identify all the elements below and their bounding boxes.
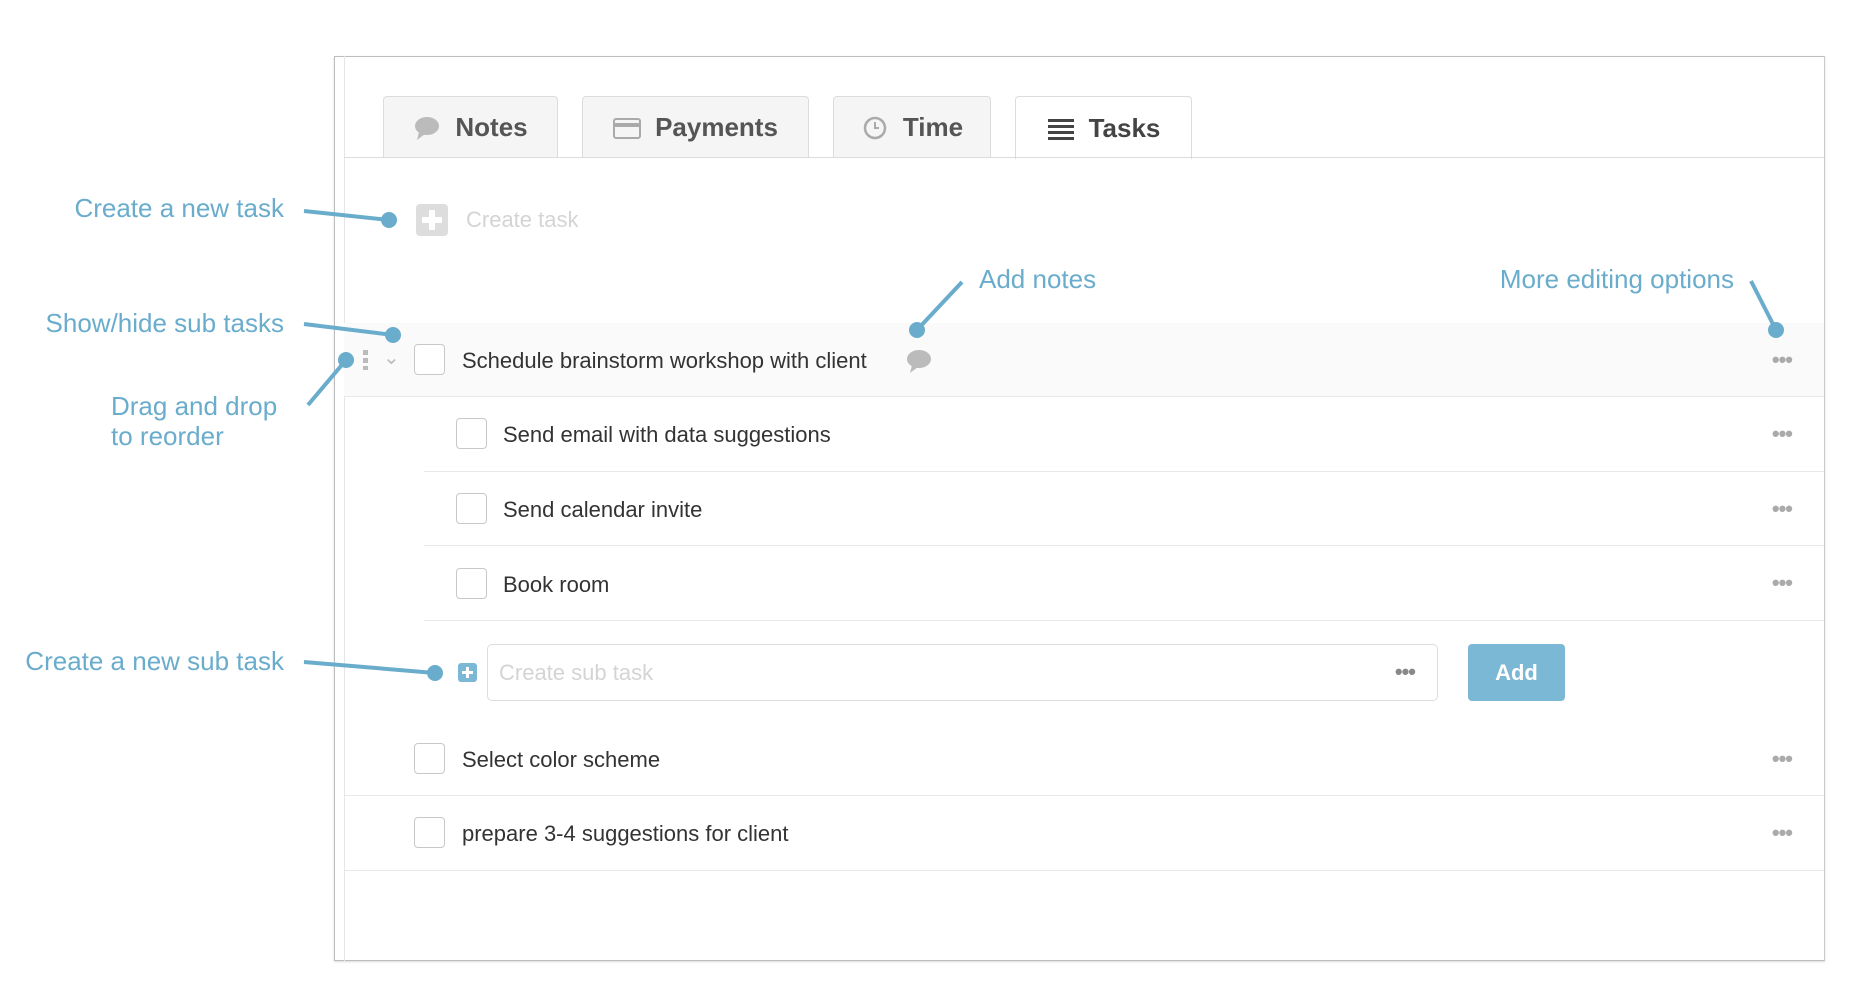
- annotation-show-hide: Show/hide sub tasks: [45, 308, 284, 338]
- tab-label: Tasks: [1088, 112, 1161, 143]
- more-options-button[interactable]: •••: [1772, 820, 1793, 846]
- tab-time[interactable]: Time: [833, 96, 991, 158]
- plus-icon[interactable]: [458, 663, 477, 682]
- more-options-button[interactable]: •••: [1772, 746, 1793, 772]
- more-options-button[interactable]: •••: [1772, 347, 1793, 373]
- create-subtask-placeholder: Create sub task: [499, 660, 654, 685]
- annotation-add-notes: Add notes: [979, 264, 1097, 294]
- task-checkbox[interactable]: [414, 817, 445, 848]
- tab-notes[interactable]: Notes: [383, 96, 558, 158]
- annotation-create-task: Create a new task: [74, 193, 284, 223]
- subtask-options-button[interactable]: •••: [1395, 659, 1416, 685]
- more-options-button[interactable]: •••: [1772, 421, 1793, 447]
- tab-label: Payments: [655, 112, 778, 142]
- drag-handle-icon[interactable]: [363, 350, 368, 370]
- task-label: Select color scheme: [462, 747, 661, 772]
- tab-label: Notes: [455, 112, 528, 142]
- clock-icon: [863, 116, 887, 139]
- task-label: Schedule brainstorm workshop with client: [462, 348, 867, 373]
- chevron-down-icon[interactable]: ⌄: [383, 345, 400, 370]
- subtask-label: Send calendar invite: [503, 497, 703, 522]
- task-row[interactable]: ⌄ Schedule brainstorm workshop with clie…: [344, 323, 1824, 397]
- tab-tasks[interactable]: Tasks: [1015, 96, 1192, 159]
- create-subtask-input[interactable]: Create sub task •••: [487, 644, 1438, 701]
- subtask-checkbox[interactable]: [456, 493, 487, 524]
- task-label: prepare 3-4 suggestions for client: [462, 821, 789, 846]
- list-icon: [1047, 119, 1074, 140]
- more-options-button[interactable]: •••: [1772, 496, 1793, 522]
- subtask-label: Send email with data suggestions: [503, 422, 831, 447]
- subtask-row[interactable]: Send calendar invite •••: [424, 472, 1824, 546]
- plus-icon[interactable]: [416, 204, 448, 236]
- task-row[interactable]: Select color scheme •••: [344, 722, 1824, 796]
- tab-label: Time: [902, 112, 964, 142]
- subtask-checkbox[interactable]: [456, 568, 487, 599]
- tab-bar-border: [344, 157, 1824, 158]
- create-task-input[interactable]: Create task: [466, 207, 579, 233]
- note-icon[interactable]: [905, 347, 933, 375]
- annotation-line: Drag and drop: [111, 391, 278, 421]
- annotation-more-options: More editing options: [1499, 264, 1734, 294]
- speech-bubble-icon: [415, 116, 440, 140]
- task-row[interactable]: prepare 3-4 suggestions for client •••: [344, 796, 1824, 871]
- credit-card-icon: [613, 117, 642, 139]
- subtask-row[interactable]: Send email with data suggestions •••: [424, 397, 1824, 472]
- tab-payments[interactable]: Payments: [582, 96, 809, 158]
- annotation-create-subtask: Create a new sub task: [25, 646, 284, 676]
- more-options-button[interactable]: •••: [1772, 570, 1793, 596]
- task-checkbox[interactable]: [414, 743, 445, 774]
- annotation-drag: Drag and drop to reorder: [111, 391, 277, 451]
- add-subtask-button[interactable]: Add: [1468, 644, 1565, 701]
- subtask-row[interactable]: Book room •••: [424, 546, 1824, 621]
- subtask-label: Book room: [503, 572, 610, 597]
- task-checkbox[interactable]: [414, 344, 445, 375]
- annotation-line: to reorder: [111, 421, 224, 451]
- subtask-checkbox[interactable]: [456, 418, 487, 449]
